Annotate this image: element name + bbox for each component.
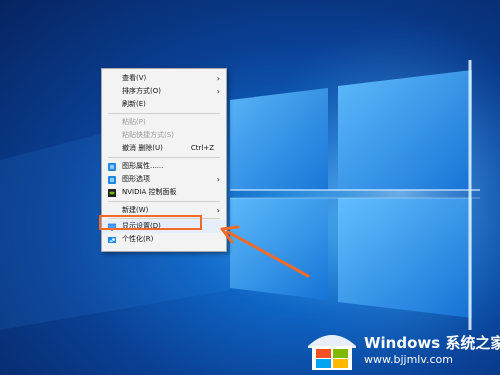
- watermark: Windows 系统之家 www.bjjmlv.com: [300, 318, 500, 375]
- windows-logo-icon: [308, 335, 356, 370]
- watermark-url: www.bjjmlv.com: [364, 353, 453, 366]
- watermark-title: Windows 系统之家: [364, 334, 500, 352]
- desktop[interactable]: 查看(V) › 排序方式(O) › 刷新(E) 粘贴(P) 粘贴快捷方式(S) …: [0, 0, 500, 375]
